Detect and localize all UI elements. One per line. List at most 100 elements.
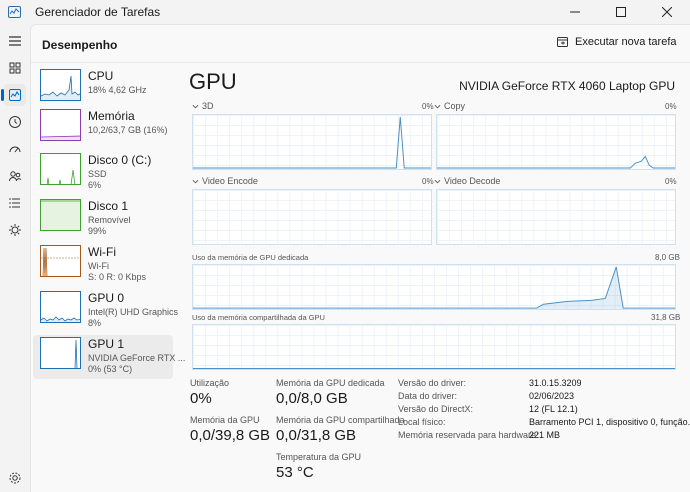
nav-users[interactable] <box>4 165 26 187</box>
task-manager-icon <box>8 6 21 18</box>
memory-mini-graph <box>41 135 80 140</box>
gpu-model: NVIDIA GeForce RTX 4060 Laptop GPU <box>459 79 675 93</box>
gpu-memory-label: Memória da GPU <box>190 415 260 425</box>
maximize-icon <box>616 7 626 17</box>
device-wifi[interactable]: Wi-Fi Wi-Fi S: 0 R: 0 Kbps <box>33 243 173 287</box>
minimize-button[interactable] <box>552 0 598 24</box>
gpu0-mini-graph <box>41 316 80 322</box>
wifi-thumbnail <box>40 245 81 277</box>
engine-label: Video Encode <box>202 176 258 186</box>
memory-thumbnail <box>40 109 81 141</box>
graph-shared-memory-line <box>193 368 675 369</box>
details-icon <box>9 198 20 208</box>
directx-version-key: Versão do DirectX: <box>398 404 474 414</box>
device-usage: S: 0 R: 0 Kbps <box>88 272 147 282</box>
shared-memory-stat-value: 0,0/31,8 GB <box>276 427 357 444</box>
gpu1-thumbnail <box>40 337 81 369</box>
hamburger-menu-icon <box>9 36 21 46</box>
engine-selector-copy[interactable]: Copy <box>434 101 465 111</box>
menu-button[interactable] <box>4 30 26 52</box>
startup-apps-icon <box>9 146 21 153</box>
engine-selector-video-decode[interactable]: Video Decode <box>434 176 500 186</box>
engine-percent: 0% <box>422 177 434 186</box>
device-disk-0[interactable]: Disco 0 (C:) SSD 6% <box>33 151 173 195</box>
engine-label: Video Decode <box>444 176 501 186</box>
cpu-mini-graph <box>41 75 80 100</box>
graph-3d-line <box>193 116 431 169</box>
close-button[interactable] <box>644 0 690 24</box>
run-task-icon <box>557 37 568 47</box>
wifi-mini-graph <box>41 247 80 276</box>
maximize-button[interactable] <box>598 0 644 24</box>
device-detail: SSD <box>88 169 107 179</box>
app-history-icon <box>9 116 21 128</box>
gpu1-mini-graph <box>74 339 78 368</box>
disk1-thumbnail <box>40 199 81 231</box>
device-detail: Intel(R) UHD Graphics <box>88 307 179 317</box>
engine-label: Copy <box>444 101 466 111</box>
device-name: Wi-Fi <box>88 245 116 259</box>
navigation-rail <box>0 24 30 492</box>
device-disk-1[interactable]: Disco 1 Removível 99% <box>33 197 173 241</box>
device-usage: 6% <box>88 180 102 190</box>
hardware-reserved-memory-value: 221 MB <box>529 430 561 440</box>
physical-location-value: Barramento PCI 1, dispositivo 0, função.… <box>529 417 690 427</box>
gpu-memory-value: 0,0/39,8 GB <box>190 427 271 444</box>
temperature-label: Temperatura da GPU <box>276 452 362 462</box>
nav-details[interactable] <box>4 192 26 214</box>
graph-dedicated-memory-line <box>193 266 675 309</box>
shared-memory-label: Uso da memória compartilhada da GPU <box>192 313 325 322</box>
device-name: Memória <box>88 109 135 123</box>
graph-video-encode <box>192 189 432 245</box>
device-cpu[interactable]: CPU 18% 4,62 GHz <box>33 67 173 111</box>
engine-selector-video-encode[interactable]: Video Encode <box>192 176 258 186</box>
device-usage: 99% <box>88 226 107 236</box>
engine-label: 3D <box>202 101 214 111</box>
main-content: Desempenho Executar nova tarefa CPU 18% … <box>30 24 690 492</box>
device-detail: NVIDIA GeForce RTX ... <box>88 353 186 363</box>
chevron-down-icon <box>434 179 441 183</box>
gpu-title: GPU <box>189 69 237 94</box>
device-memory[interactable]: Memória 10,2/63,7 GB (16%) <box>33 107 173 151</box>
device-name: CPU <box>88 69 114 83</box>
cpu-thumbnail <box>40 69 81 101</box>
run-new-task-button[interactable]: Executar nova tarefa <box>557 36 677 48</box>
minimize-icon <box>570 11 580 13</box>
device-gpu-1[interactable]: GPU 1 NVIDIA GeForce RTX ... 0% (53 °C) <box>33 335 185 379</box>
nav-performance[interactable] <box>1 84 26 106</box>
chevron-down-icon <box>434 104 441 108</box>
disk0-mini-graph <box>46 169 76 184</box>
device-detail: Wi-Fi <box>88 261 109 271</box>
graph-copy <box>436 114 676 170</box>
nav-app-history[interactable] <box>4 111 26 133</box>
nav-services[interactable] <box>4 219 26 241</box>
close-icon <box>662 7 672 17</box>
run-new-task-label: Executar nova tarefa <box>575 36 677 48</box>
graph-dedicated-memory <box>192 264 676 310</box>
chevron-down-icon <box>192 104 199 108</box>
performance-icon <box>9 89 21 101</box>
chevron-down-icon <box>192 179 199 183</box>
device-gpu-0[interactable]: GPU 0 Intel(R) UHD Graphics 8% <box>33 289 178 333</box>
processes-icon <box>9 62 21 74</box>
device-name: Disco 0 (C:) <box>88 153 152 167</box>
graph-shared-memory <box>192 324 676 370</box>
engine-percent: 0% <box>665 102 677 111</box>
title-bar: Gerenciador de Tarefas <box>0 0 690 24</box>
services-icon <box>9 224 21 236</box>
physical-location-key: Local físico: <box>398 417 446 427</box>
nav-processes[interactable] <box>4 57 26 79</box>
device-detail: 18% 4,62 GHz <box>88 85 147 95</box>
device-detail: Removível <box>88 215 131 225</box>
shared-memory-stat-label: Memória da GPU compartilhada <box>276 415 405 425</box>
dedicated-memory-stat-value: 0,0/8,0 GB <box>276 390 348 407</box>
nav-settings[interactable] <box>4 467 26 489</box>
window-title: Gerenciador de Tarefas <box>35 5 161 19</box>
settings-icon <box>9 472 21 484</box>
disk0-thumbnail <box>40 153 81 185</box>
dedicated-memory-stat-label: Memória da GPU dedicada <box>276 378 385 388</box>
nav-startup-apps[interactable] <box>4 138 26 160</box>
engine-selector-3d[interactable]: 3D <box>192 101 214 111</box>
engine-percent: 0% <box>665 177 677 186</box>
device-name: GPU 0 <box>88 291 125 305</box>
